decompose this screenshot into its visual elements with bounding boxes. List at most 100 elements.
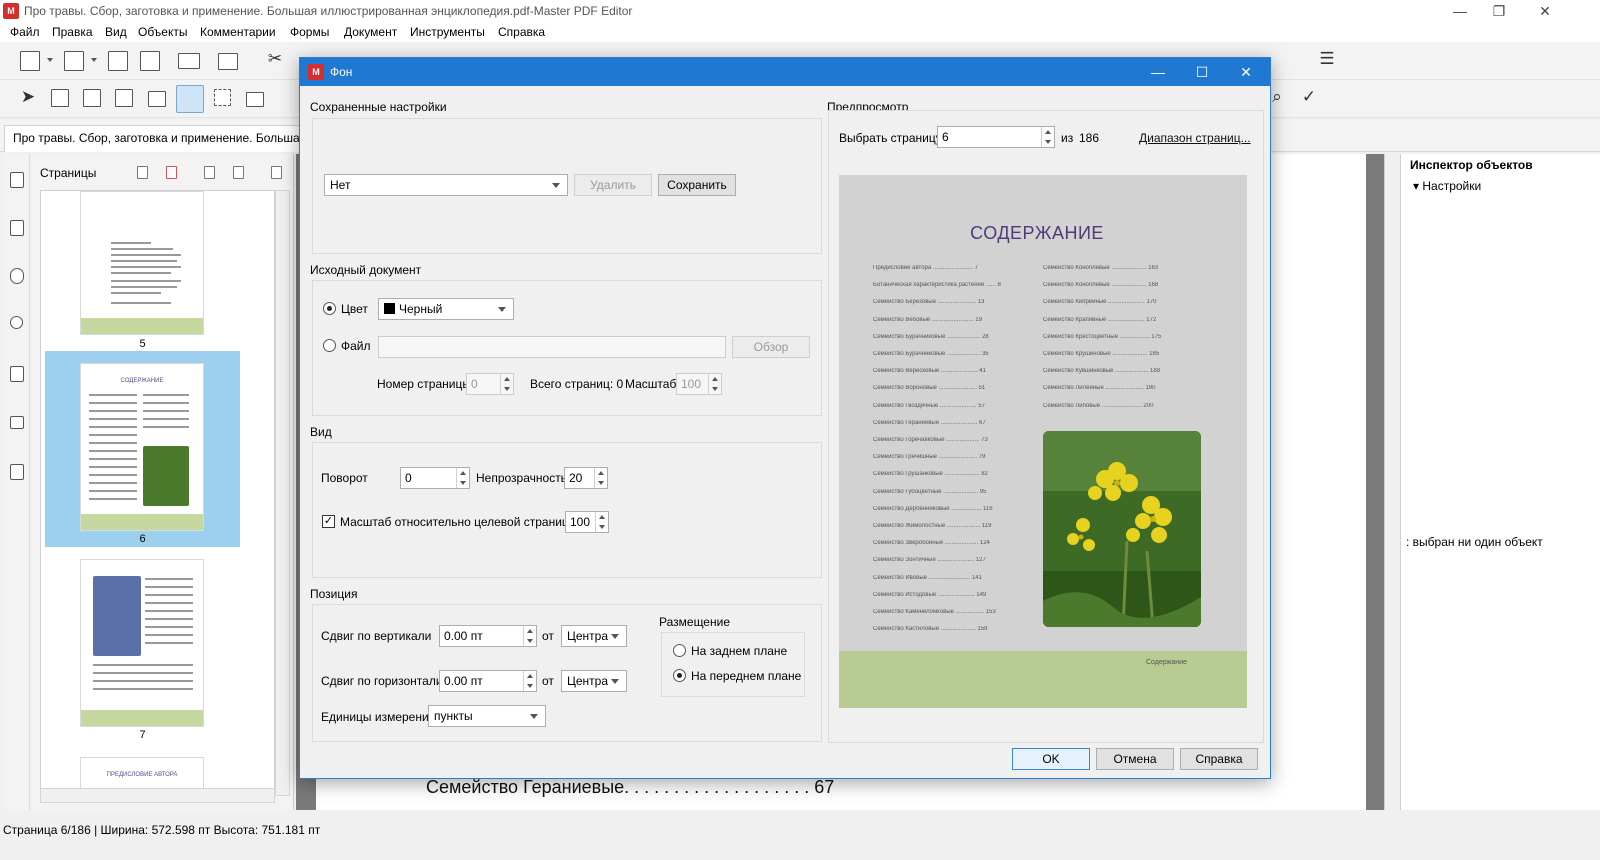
source-scale-stepper[interactable]: 100 (676, 373, 722, 395)
rotate-right-icon[interactable] (233, 166, 244, 179)
inspector-settings-node[interactable]: ▾ Настройки (1413, 179, 1481, 193)
print-icon[interactable] (218, 53, 238, 70)
dialog-maximize-button[interactable]: ☐ (1182, 60, 1222, 84)
file-radio[interactable] (323, 339, 336, 352)
thumbnail-page-6[interactable]: СОДЕРЖАНИЕ 6 (45, 351, 240, 547)
attachments-icon[interactable] (10, 268, 24, 284)
thumbnail-page-7[interactable]: 7 (45, 559, 240, 743)
text-tool-icon[interactable] (51, 89, 69, 107)
new-document-icon[interactable] (20, 51, 40, 71)
menu-help[interactable]: Справка (498, 25, 545, 39)
menu-comments[interactable]: Комментарии (200, 25, 276, 39)
thumbnails-horizontal-scrollbar[interactable] (40, 788, 275, 803)
horizontal-offset-stepper[interactable]: 0.00 пт (439, 670, 537, 692)
vertical-offset-stepper[interactable]: 0.00 пт (439, 625, 537, 647)
total-pages-value: 186 (1079, 131, 1100, 145)
menu-tools[interactable]: Инструменты (410, 25, 485, 39)
menu-view[interactable]: Вид (105, 25, 127, 39)
edit-tool-icon[interactable] (83, 89, 101, 107)
maximize-button[interactable]: ❐ (1476, 0, 1522, 22)
dialog-minimize-button[interactable]: — (1138, 60, 1178, 84)
color-radio[interactable] (323, 302, 336, 315)
delete-settings-button[interactable]: Удалить (574, 174, 652, 196)
file-path-input[interactable] (378, 336, 726, 358)
preview-toc-entry: Семейство Крушиновые ...................… (1043, 351, 1160, 357)
page-range-link[interactable]: Диапазон страниц... (1139, 131, 1251, 145)
chevron-down-icon (611, 634, 619, 639)
forms-tool-icon[interactable] (148, 91, 166, 107)
pages-panel-icon[interactable] (10, 172, 24, 188)
rotation-stepper[interactable]: 0 (400, 467, 470, 489)
snapshot-camera-icon[interactable] (246, 92, 264, 107)
document-vertical-scrollbar[interactable] (1384, 154, 1400, 810)
menu-file[interactable]: Файл (10, 25, 40, 39)
hand-tool-icon[interactable] (176, 85, 204, 113)
email-icon[interactable] (178, 53, 200, 69)
menu-edit[interactable]: Правка (52, 25, 93, 39)
crop-select-icon[interactable] (214, 89, 231, 106)
thumbnails-list[interactable]: 5 СОДЕРЖАНИЕ 6 7 ПРЕДИСЛОВИЕ АВТОРА (40, 190, 275, 796)
pages-panel: Страницы 5 СОДЕРЖАНИЕ 6 7 ПРЕДИСЛОВИЕ АВ… (32, 154, 294, 810)
document-tab[interactable]: Про травы. Сбор, заготовка и применение.… (4, 125, 304, 152)
placement-front-radio[interactable] (673, 669, 686, 682)
rotate-left-icon[interactable] (204, 166, 215, 179)
units-select[interactable]: пункты (428, 705, 546, 727)
ok-button[interactable]: OK (1012, 748, 1090, 770)
menu-document[interactable]: Документ (344, 25, 397, 39)
preview-toc-entry: Семейство Дербенниковые ................… (873, 505, 993, 512)
content-icon[interactable] (10, 464, 24, 480)
cut-icon[interactable]: ✂ (264, 49, 286, 69)
color-select[interactable]: Черный (378, 298, 514, 320)
relative-scale-label: Масштаб относительно целевой страницы (340, 515, 578, 529)
preview-toc-entry: Семейство Крапивные ....................… (1043, 316, 1157, 323)
vertical-from-select[interactable]: Центра (561, 625, 627, 647)
menu-forms[interactable]: Формы (290, 25, 329, 39)
cancel-button[interactable]: Отмена (1096, 748, 1174, 770)
pages-panel-title: Страницы (40, 166, 97, 180)
open-folder-icon[interactable] (64, 51, 84, 71)
preview-toc-entry: Семейство Березовые ....................… (873, 299, 985, 306)
menu-objects[interactable]: Объекты (138, 25, 188, 39)
layers-icon[interactable] (10, 366, 24, 382)
relative-scale-stepper[interactable]: 100 (565, 511, 609, 533)
opacity-stepper[interactable]: 20 (564, 467, 608, 489)
relative-scale-checkbox[interactable]: ✓ (322, 515, 335, 528)
delete-page-icon[interactable] (166, 166, 177, 179)
browse-button[interactable]: Обзор (732, 336, 810, 358)
dialog-close-button[interactable]: ✕ (1226, 60, 1266, 84)
checkmark-icon[interactable]: ✓ (1298, 87, 1320, 107)
search-panel-icon[interactable] (10, 316, 23, 329)
position-label: Позиция (310, 587, 358, 601)
page-properties-icon[interactable] (271, 166, 282, 179)
horizontal-from-select[interactable]: Центра (561, 670, 627, 692)
menu-lines-icon[interactable]: ☰ (1316, 49, 1338, 69)
total-pages-label: Всего страниц: 0 (530, 377, 624, 391)
page-number-label: Номер страницы (377, 377, 471, 391)
new-dropdown-icon[interactable] (47, 58, 53, 62)
save-settings-button[interactable]: Сохранить (658, 174, 736, 196)
source-scale-label: Масштаб (625, 377, 677, 391)
page-number-stepper[interactable]: 0 (466, 373, 514, 395)
close-button[interactable]: ✕ (1522, 0, 1568, 22)
thumbnails-vertical-scrollbar[interactable] (275, 190, 290, 796)
save-as-icon[interactable] (140, 51, 160, 71)
preview-page-stepper[interactable]: 6 (937, 126, 1055, 148)
thumbnail-page-5[interactable]: 5 (45, 191, 240, 353)
open-dropdown-icon[interactable] (91, 58, 97, 62)
select-arrow-icon[interactable]: ➤ (17, 87, 39, 107)
select-object-icon[interactable] (115, 89, 133, 107)
preview-toc-entry: Семейство Кастиловые ...................… (873, 626, 988, 633)
placement-back-radio[interactable] (673, 644, 686, 657)
preview-toc-entry: Ботаническая характеристика растений ...… (873, 282, 1001, 289)
preview-toc-entry: Семейство Липовые ......................… (1043, 402, 1154, 409)
signatures-icon[interactable] (10, 416, 24, 429)
bookmarks-icon[interactable] (10, 220, 24, 236)
insert-page-icon[interactable] (137, 166, 148, 179)
thumbnail-photo (143, 446, 189, 506)
save-icon[interactable] (108, 51, 128, 71)
saved-settings-select[interactable]: Нет (324, 174, 568, 196)
page-number-label: 6 (139, 533, 146, 545)
horizontal-offset-label: Сдвиг по горизонтали (321, 674, 443, 688)
document-text-line: Семейство Гераниевые. . . . . . . . . . … (426, 777, 835, 797)
help-button[interactable]: Справка (1180, 748, 1258, 770)
